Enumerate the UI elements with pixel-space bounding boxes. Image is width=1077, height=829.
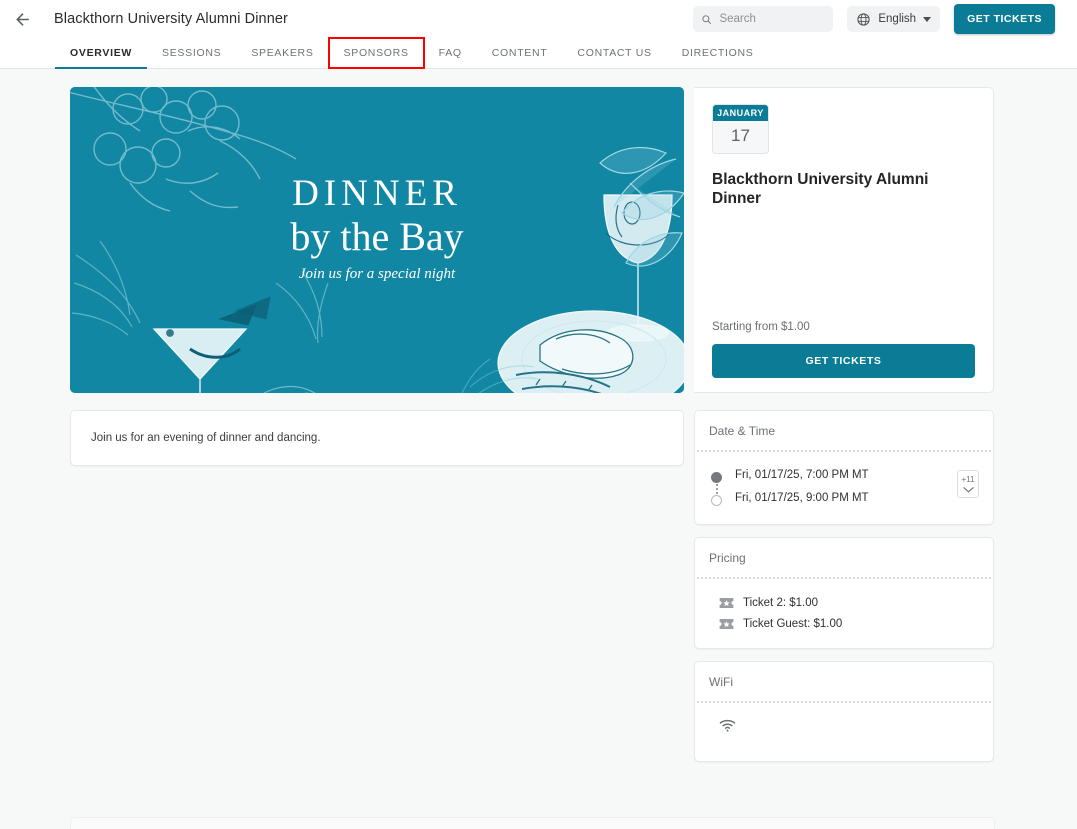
pricing-card: Pricing Ticket 2: $1.00 Ticket Guest: $1… xyxy=(694,537,994,649)
search-icon xyxy=(702,14,712,24)
hollow-dot-icon xyxy=(711,495,722,506)
hero-tagline: Join us for a special night xyxy=(298,266,456,282)
back-button[interactable] xyxy=(0,0,44,38)
arrow-left-icon xyxy=(15,12,29,26)
top-bar-actions: English GET TICKETS xyxy=(693,4,1055,34)
stepper-count: +11 xyxy=(961,475,975,484)
chevron-down-icon xyxy=(962,487,974,493)
wifi-body xyxy=(695,703,993,761)
tab-content[interactable]: CONTENT xyxy=(477,38,563,68)
date-time-body: Fri, 01/17/25, 7:00 PM MT Fri, 01/17/25,… xyxy=(695,452,993,524)
app-page: Blackthorn University Alumni Dinner Engl… xyxy=(0,0,1077,829)
hero-text-block: DINNER by the Bay Join us for a special … xyxy=(70,175,684,283)
hero-banner: DINNER by the Bay Join us for a special … xyxy=(70,87,684,393)
event-summary-panel: JANUARY 17 Blackthorn University Alumni … xyxy=(694,87,994,393)
language-selector[interactable]: English xyxy=(847,6,941,32)
get-tickets-button[interactable]: GET TICKETS xyxy=(712,344,975,378)
tab-sessions[interactable]: SESSIONS xyxy=(147,38,236,68)
top-bar: Blackthorn University Alumni Dinner Engl… xyxy=(0,0,1077,38)
filled-dot-icon xyxy=(711,472,722,483)
timeline-rail xyxy=(709,470,724,506)
tab-directions[interactable]: DIRECTIONS xyxy=(667,38,769,68)
pricing-item-label: Ticket Guest: $1.00 xyxy=(743,618,843,630)
description-card: Join us for an evening of dinner and dan… xyxy=(70,410,684,466)
ticket-star-icon xyxy=(719,619,734,629)
pricing-heading: Pricing xyxy=(709,551,746,565)
add-to-calendar-button[interactable]: +11 xyxy=(957,470,979,498)
event-start-time: Fri, 01/17/25, 7:00 PM MT xyxy=(735,469,869,481)
tab-overview[interactable]: OVERVIEW xyxy=(55,38,148,69)
page-title: Blackthorn University Alumni Dinner xyxy=(54,11,288,27)
tab-bar: OVERVIEW SESSIONS SPEAKERS SPONSORS FAQ … xyxy=(0,37,1077,69)
event-title: Blackthorn University Alumni Dinner xyxy=(712,171,929,208)
list-item: Ticket 2: $1.00 xyxy=(719,597,979,609)
date-time-heading: Date & Time xyxy=(709,424,776,438)
date-badge-day: 17 xyxy=(713,121,768,153)
date-badge-month: JANUARY xyxy=(713,105,768,121)
list-item: Ticket Guest: $1.00 xyxy=(719,618,979,630)
hero-headline: DINNER xyxy=(292,173,462,214)
pricing-item-label: Ticket 2: $1.00 xyxy=(743,597,819,609)
search-input[interactable] xyxy=(719,13,826,25)
search-box[interactable] xyxy=(693,6,834,32)
timeline-labels: Fri, 01/17/25, 7:00 PM MT Fri, 01/17/25,… xyxy=(735,469,869,504)
event-hero-row: DINNER by the Bay Join us for a special … xyxy=(70,87,684,393)
starting-price: Starting from $1.00 xyxy=(712,321,810,333)
language-label: English xyxy=(878,13,917,25)
wifi-heading: WiFi xyxy=(709,675,733,689)
tab-sponsors[interactable]: SPONSORS xyxy=(327,37,425,69)
tab-faq[interactable]: FAQ xyxy=(424,38,477,68)
event-end-time: Fri, 01/17/25, 9:00 PM MT xyxy=(735,491,869,504)
right-column: JANUARY 17 Blackthorn University Alumni … xyxy=(694,87,994,774)
date-badge: JANUARY 17 xyxy=(712,104,769,154)
hero-subheadline: by the Bay xyxy=(290,214,464,259)
ticket-star-icon xyxy=(719,598,734,608)
description-text: Join us for an evening of dinner and dan… xyxy=(91,432,321,444)
main-content: DINNER by the Bay Join us for a special … xyxy=(0,69,1077,774)
wifi-icon xyxy=(719,719,736,732)
timeline-connector xyxy=(715,484,718,494)
tab-contact-us[interactable]: CONTACT US xyxy=(562,38,666,68)
event-timeline: Fri, 01/17/25, 7:00 PM MT Fri, 01/17/25,… xyxy=(709,469,979,506)
next-card-peek xyxy=(70,817,995,829)
get-tickets-header-button[interactable]: GET TICKETS xyxy=(954,4,1055,34)
date-time-card: Date & Time Fri, 01/17/25, 7:00 PM MT Fr… xyxy=(694,410,994,525)
left-column: DINNER by the Bay Join us for a special … xyxy=(70,87,684,466)
pricing-body: Ticket 2: $1.00 Ticket Guest: $1.00 xyxy=(695,579,993,648)
wifi-card: WiFi xyxy=(694,661,994,762)
globe-icon xyxy=(857,12,870,26)
tab-speakers[interactable]: SPEAKERS xyxy=(236,38,328,68)
caret-down-icon xyxy=(923,16,932,22)
